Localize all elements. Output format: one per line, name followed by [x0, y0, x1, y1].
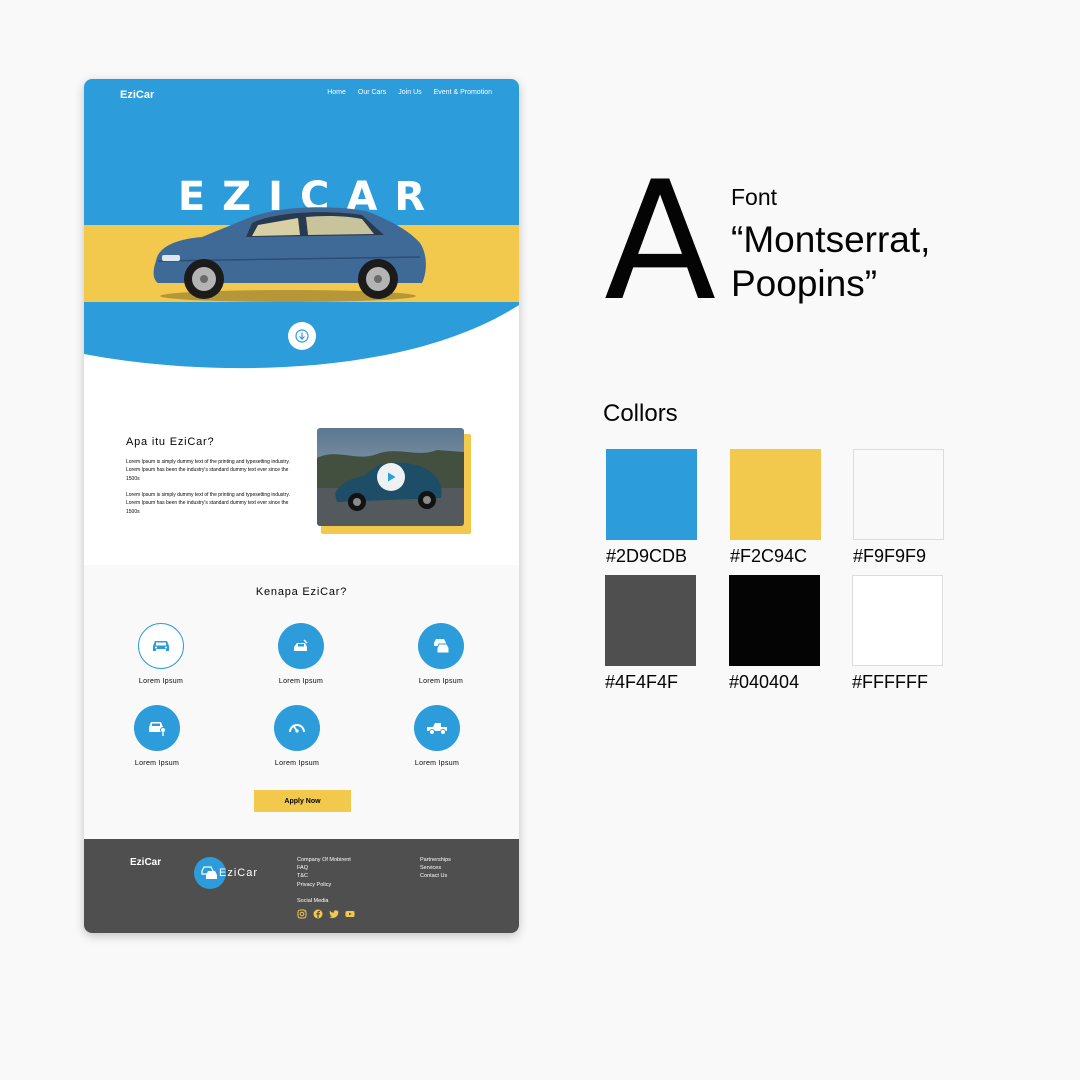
color-label-black: #040404: [729, 672, 800, 692]
footer-logo[interactable]: EziCar: [130, 857, 161, 868]
feature-label: Lorem Ipsum: [134, 760, 180, 767]
car-service-icon: [278, 623, 324, 669]
hero-section: EziCar Home Our Cars Join Us Event & Pro…: [84, 79, 519, 379]
feature-label: Lorem Ipsum: [138, 678, 184, 685]
color-label-blue: #2D9CDB: [606, 546, 688, 566]
facebook-icon[interactable]: [313, 909, 323, 919]
nav-logo[interactable]: EziCar: [120, 89, 154, 101]
why-title: Kenapa EziCar?: [255, 586, 348, 598]
social-icons: [297, 909, 355, 919]
footer-links-company: Company Of Mobirent FAQ T&C Privacy Poli…: [297, 856, 351, 889]
feature-item-6: Lorem Ipsum: [392, 705, 482, 767]
play-icon: [388, 472, 396, 482]
feature-item-3: Lorem Ipsum: [396, 623, 486, 685]
social-media-title: Social Media: [297, 898, 329, 904]
car-key-icon: [134, 705, 180, 751]
arrow-down-icon: [295, 329, 309, 343]
footer: EziCar EziCar Company Of Mobirent FAQ T&…: [84, 839, 519, 933]
footer-links-partners: Partnerships Services Contact Us: [420, 856, 451, 881]
hero-car-image: [153, 207, 426, 302]
feature-label: Lorem Ipsum: [414, 760, 460, 767]
apply-now-button[interactable]: Apply Now: [254, 790, 351, 812]
color-label-off-white: #F9F9F9: [853, 546, 927, 566]
main-nav: Home Our Cars Join Us Event & Promotion: [327, 89, 492, 96]
footer-link-privacy[interactable]: Privacy Policy: [297, 881, 351, 889]
feature-item-4: Lorem Ipsum: [112, 705, 202, 767]
color-swatch-blue: [606, 449, 697, 540]
footer-link-services[interactable]: Services: [420, 864, 451, 872]
color-swatch-yellow: [730, 449, 821, 540]
nav-link-event-promotion[interactable]: Event & Promotion: [434, 89, 492, 96]
cars-fleet-icon: [418, 623, 464, 669]
about-title: Apa itu EziCar?: [126, 436, 215, 448]
color-label-gray: #4F4F4F: [605, 672, 679, 692]
play-button[interactable]: [377, 463, 405, 491]
jeep-icon: [414, 705, 460, 751]
feature-label: Lorem Ipsum: [274, 760, 320, 767]
about-paragraph-1: Lorem Ipsum is simply dummy text of the …: [126, 459, 290, 482]
font-names-line-1: “Montserrat,: [731, 219, 931, 260]
color-swatch-white: [852, 575, 943, 666]
scroll-down-button[interactable]: [288, 322, 316, 350]
color-label-white: #FFFFFF: [852, 672, 928, 692]
nav-link-home[interactable]: Home: [327, 89, 346, 96]
font-names-line-2: Poopins”: [731, 263, 878, 304]
about-section: Apa itu EziCar? Lorem Ipsum is simply du…: [84, 379, 519, 565]
feature-item-2: Lorem Ipsum: [256, 623, 346, 685]
footer-link-partnerships[interactable]: Partnerships: [420, 856, 451, 864]
color-swatch-gray: [605, 575, 696, 666]
color-swatch-off-white: [853, 449, 944, 540]
about-video[interactable]: [317, 428, 464, 526]
font-label: Font: [731, 184, 778, 210]
nav-link-join-us[interactable]: Join Us: [398, 89, 421, 96]
footer-link-faq[interactable]: FAQ: [297, 864, 351, 872]
footer-brand: EziCar: [194, 857, 258, 889]
nav-link-our-cars[interactable]: Our Cars: [358, 89, 386, 96]
color-label-yellow: #F2C94C: [730, 546, 808, 566]
feature-item-5: Lorem Ipsum: [252, 705, 342, 767]
youtube-icon[interactable]: [345, 909, 355, 919]
feature-label: Lorem Ipsum: [418, 678, 464, 685]
colors-title: Collors: [603, 400, 678, 427]
footer-link-tc[interactable]: T&C: [297, 872, 351, 880]
footer-link-contact[interactable]: Contact Us: [420, 872, 451, 880]
website-mockup: EziCar Home Our Cars Join Us Event & Pro…: [84, 79, 519, 933]
footer-brand-name: EziCar: [219, 867, 259, 879]
instagram-icon[interactable]: [297, 909, 307, 919]
color-swatch-black: [729, 575, 820, 666]
footer-link-company[interactable]: Company Of Mobirent: [297, 856, 351, 864]
why-section: Kenapa EziCar? Lorem Ipsum Lorem Ipsum L…: [84, 565, 519, 839]
font-names: “Montserrat, Poopins”: [731, 218, 930, 306]
font-sample-glyph: A: [604, 146, 717, 337]
twitter-icon[interactable]: [329, 909, 339, 919]
feature-item-1: Lorem Ipsum: [116, 623, 206, 685]
speedometer-icon: [274, 705, 320, 751]
feature-label: Lorem Ipsum: [278, 678, 324, 685]
about-paragraph-2: Lorem Ipsum is simply dummy text of the …: [126, 492, 290, 515]
car-front-icon: [138, 623, 184, 669]
